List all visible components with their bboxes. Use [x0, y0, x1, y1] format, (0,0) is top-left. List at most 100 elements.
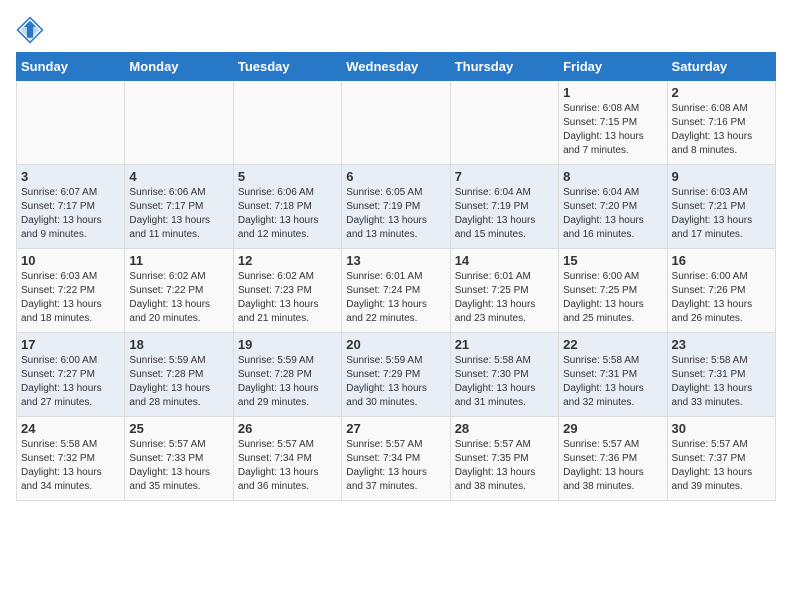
day-info: Sunrise: 6:00 AMSunset: 7:26 PMDaylight:… — [672, 270, 771, 326]
day-number: 5 — [238, 169, 337, 184]
day-info: Sunrise: 6:05 AMSunset: 7:19 PMDaylight:… — [346, 186, 445, 242]
day-number: 1 — [563, 85, 662, 100]
day-info: Sunrise: 5:57 AMSunset: 7:33 PMDaylight:… — [129, 438, 228, 494]
weekday-header-monday: Monday — [125, 53, 233, 81]
day-number: 6 — [346, 169, 445, 184]
weekday-header-tuesday: Tuesday — [233, 53, 341, 81]
calendar-week-row: 10 Sunrise: 6:03 AMSunset: 7:22 PMDayligh… — [17, 249, 776, 333]
day-info: Sunrise: 6:00 AMSunset: 7:27 PMDaylight:… — [21, 354, 120, 410]
calendar-cell: 28Sunrise: 5:57 AMSunset: 7:35 PMDayligh… — [450, 417, 558, 501]
calendar-cell: 12 Sunrise: 6:02 AMSunset: 7:23 PMDayligh… — [233, 249, 341, 333]
calendar-cell — [233, 81, 341, 165]
calendar-cell: 29 Sunrise: 5:57 AMSunset: 7:36 PMDayligh… — [559, 417, 667, 501]
day-info: Sunrise: 6:06 AMSunset: 7:17 PMDaylight:… — [129, 186, 228, 242]
calendar-cell: 23Sunrise: 5:58 AMSunset: 7:31 PMDayligh… — [667, 333, 775, 417]
day-info: Sunrise: 5:57 AMSunset: 7:34 PMDaylight:… — [238, 438, 337, 494]
calendar-cell: 20 Sunrise: 5:59 AMSunset: 7:29 PMDayligh… — [342, 333, 450, 417]
day-info: Sunrise: 6:03 AMSunset: 7:22 PMDaylight:… — [21, 270, 120, 326]
calendar-cell — [125, 81, 233, 165]
day-info: Sunrise: 6:02 AMSunset: 7:22 PMDaylight:… — [129, 270, 228, 326]
calendar-cell: 26 Sunrise: 5:57 AMSunset: 7:34 PMDayligh… — [233, 417, 341, 501]
day-number: 2 — [672, 85, 771, 100]
day-number: 18 — [129, 337, 228, 352]
day-number: 26 — [238, 421, 337, 436]
calendar-cell: 7Sunrise: 6:04 AMSunset: 7:19 PMDaylight… — [450, 165, 558, 249]
calendar-cell — [17, 81, 125, 165]
weekday-header-sunday: Sunday — [17, 53, 125, 81]
day-number: 14 — [455, 253, 554, 268]
day-info: Sunrise: 6:04 AMSunset: 7:19 PMDaylight:… — [455, 186, 554, 242]
day-info: Sunrise: 5:57 AMSunset: 7:36 PMDaylight:… — [563, 438, 662, 494]
day-number: 24 — [21, 421, 120, 436]
calendar-cell: 11 Sunrise: 6:02 AMSunset: 7:22 PMDayligh… — [125, 249, 233, 333]
calendar-cell: 14 Sunrise: 6:01 AMSunset: 7:25 PMDayligh… — [450, 249, 558, 333]
day-number: 11 — [129, 253, 228, 268]
calendar-cell: 3 Sunrise: 6:07 AMSunset: 7:17 PMDaylight… — [17, 165, 125, 249]
calendar-week-row: 17 Sunrise: 6:00 AMSunset: 7:27 PMDayligh… — [17, 333, 776, 417]
calendar-week-row: 24 Sunrise: 5:58 AMSunset: 7:32 PMDayligh… — [17, 417, 776, 501]
calendar-week-row: 3 Sunrise: 6:07 AMSunset: 7:17 PMDaylight… — [17, 165, 776, 249]
calendar-table: SundayMondayTuesdayWednesdayThursdayFrid… — [16, 52, 776, 501]
day-info: Sunrise: 5:59 AMSunset: 7:28 PMDaylight:… — [129, 354, 228, 410]
day-info: Sunrise: 6:08 AMSunset: 7:15 PMDaylight:… — [563, 102, 662, 158]
calendar-cell: 18 Sunrise: 5:59 AMSunset: 7:28 PMDayligh… — [125, 333, 233, 417]
day-number: 15 — [563, 253, 662, 268]
day-info: Sunrise: 5:58 AMSunset: 7:31 PMDaylight:… — [563, 354, 662, 410]
day-number: 27 — [346, 421, 445, 436]
calendar-cell: 6 Sunrise: 6:05 AMSunset: 7:19 PMDaylight… — [342, 165, 450, 249]
calendar-cell: 4Sunrise: 6:06 AMSunset: 7:17 PMDaylight… — [125, 165, 233, 249]
day-number: 29 — [563, 421, 662, 436]
day-number: 21 — [455, 337, 554, 352]
logo — [16, 16, 48, 44]
day-number: 30 — [672, 421, 771, 436]
day-info: Sunrise: 6:07 AMSunset: 7:17 PMDaylight:… — [21, 186, 120, 242]
calendar-cell — [342, 81, 450, 165]
calendar-cell: 17 Sunrise: 6:00 AMSunset: 7:27 PMDayligh… — [17, 333, 125, 417]
day-info: Sunrise: 6:01 AMSunset: 7:24 PMDaylight:… — [346, 270, 445, 326]
calendar-cell: 22 Sunrise: 5:58 AMSunset: 7:31 PMDayligh… — [559, 333, 667, 417]
day-number: 10 — [21, 253, 120, 268]
day-number: 25 — [129, 421, 228, 436]
day-number: 8 — [563, 169, 662, 184]
calendar-cell: 30 Sunrise: 5:57 AMSunset: 7:37 PMDayligh… — [667, 417, 775, 501]
day-number: 22 — [563, 337, 662, 352]
calendar-header-row: SundayMondayTuesdayWednesdayThursdayFrid… — [17, 53, 776, 81]
header — [16, 16, 776, 44]
calendar-cell: 21 Sunrise: 5:58 AMSunset: 7:30 PMDayligh… — [450, 333, 558, 417]
calendar-cell: 13Sunrise: 6:01 AMSunset: 7:24 PMDayligh… — [342, 249, 450, 333]
day-number: 17 — [21, 337, 120, 352]
calendar-week-row: 1 Sunrise: 6:08 AMSunset: 7:15 PMDaylight… — [17, 81, 776, 165]
calendar-body: 1 Sunrise: 6:08 AMSunset: 7:15 PMDaylight… — [17, 81, 776, 501]
calendar-cell: 24 Sunrise: 5:58 AMSunset: 7:32 PMDayligh… — [17, 417, 125, 501]
day-info: Sunrise: 6:08 AMSunset: 7:16 PMDaylight:… — [672, 102, 771, 158]
calendar-cell: 8 Sunrise: 6:04 AMSunset: 7:20 PMDaylight… — [559, 165, 667, 249]
day-number: 3 — [21, 169, 120, 184]
calendar-cell: 15Sunrise: 6:00 AMSunset: 7:25 PMDayligh… — [559, 249, 667, 333]
calendar-cell: 2 Sunrise: 6:08 AMSunset: 7:16 PMDaylight… — [667, 81, 775, 165]
day-number: 9 — [672, 169, 771, 184]
day-info: Sunrise: 5:58 AMSunset: 7:30 PMDaylight:… — [455, 354, 554, 410]
weekday-header-thursday: Thursday — [450, 53, 558, 81]
day-number: 28 — [455, 421, 554, 436]
day-number: 23 — [672, 337, 771, 352]
generalblue-logo-icon — [16, 16, 44, 44]
day-info: Sunrise: 5:59 AMSunset: 7:28 PMDaylight:… — [238, 354, 337, 410]
day-number: 12 — [238, 253, 337, 268]
day-number: 20 — [346, 337, 445, 352]
weekday-header-wednesday: Wednesday — [342, 53, 450, 81]
day-info: Sunrise: 5:57 AMSunset: 7:37 PMDaylight:… — [672, 438, 771, 494]
calendar-cell: 16Sunrise: 6:00 AMSunset: 7:26 PMDayligh… — [667, 249, 775, 333]
calendar-cell: 9 Sunrise: 6:03 AMSunset: 7:21 PMDaylight… — [667, 165, 775, 249]
day-info: Sunrise: 6:04 AMSunset: 7:20 PMDaylight:… — [563, 186, 662, 242]
day-info: Sunrise: 5:57 AMSunset: 7:34 PMDaylight:… — [346, 438, 445, 494]
day-info: Sunrise: 6:03 AMSunset: 7:21 PMDaylight:… — [672, 186, 771, 242]
weekday-header-saturday: Saturday — [667, 53, 775, 81]
day-info: Sunrise: 6:02 AMSunset: 7:23 PMDaylight:… — [238, 270, 337, 326]
calendar-cell — [450, 81, 558, 165]
calendar-cell: 5 Sunrise: 6:06 AMSunset: 7:18 PMDaylight… — [233, 165, 341, 249]
calendar-cell: 10 Sunrise: 6:03 AMSunset: 7:22 PMDayligh… — [17, 249, 125, 333]
day-info: Sunrise: 5:58 AMSunset: 7:32 PMDaylight:… — [21, 438, 120, 494]
day-info: Sunrise: 5:59 AMSunset: 7:29 PMDaylight:… — [346, 354, 445, 410]
day-info: Sunrise: 6:06 AMSunset: 7:18 PMDaylight:… — [238, 186, 337, 242]
day-info: Sunrise: 6:01 AMSunset: 7:25 PMDaylight:… — [455, 270, 554, 326]
